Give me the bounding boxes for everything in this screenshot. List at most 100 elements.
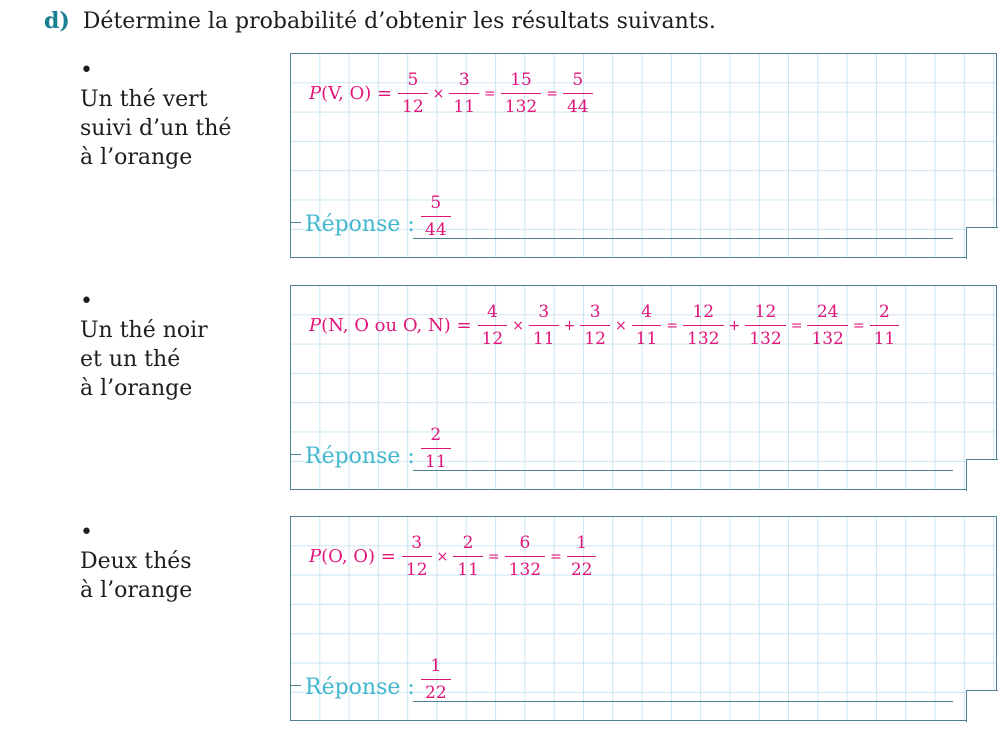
fraction-bar xyxy=(580,325,610,326)
bullet-icon: • xyxy=(80,520,93,545)
answer-tick xyxy=(291,222,301,223)
answer-fraction: 2 11 xyxy=(421,425,451,472)
denominator: 12 xyxy=(584,329,606,349)
answer-tick xyxy=(291,685,301,686)
operator: × xyxy=(614,317,627,334)
numerator: 2 xyxy=(462,533,474,553)
answer-label: Réponse : xyxy=(305,212,415,237)
probability-formula: P(V, O) = 5 12 × 3 11 = 15 132 = 5 44 xyxy=(309,70,593,117)
denominator: 11 xyxy=(457,560,479,580)
formula-p: P xyxy=(309,83,322,104)
box-corner-notch xyxy=(966,227,998,259)
fraction: 3 11 xyxy=(528,302,559,349)
item-label-line: à l’orange xyxy=(80,376,193,401)
fraction-bar xyxy=(562,93,593,94)
fraction-bar xyxy=(745,325,786,326)
operator: = xyxy=(550,548,562,565)
fraction: 3 11 xyxy=(449,70,480,117)
answer-denominator: 22 xyxy=(425,683,447,703)
numerator: 5 xyxy=(572,70,584,90)
denominator: 132 xyxy=(504,97,538,117)
fraction-bar xyxy=(504,556,546,557)
fraction: 2 11 xyxy=(453,533,483,580)
fraction: 15 132 xyxy=(500,70,542,117)
fraction: 12 132 xyxy=(683,302,724,349)
item-label-line: Deux thés xyxy=(80,549,192,574)
formula-p: P xyxy=(309,546,322,567)
item-label-line: suivi d’un thé xyxy=(80,116,232,141)
numerator: 24 xyxy=(816,302,839,322)
answer-label: Réponse : xyxy=(305,675,415,700)
fraction: 3 12 xyxy=(580,302,610,349)
formula-prefix: P(N, O ou O, N) = xyxy=(309,315,472,336)
operator: = xyxy=(666,317,679,334)
fraction-bar xyxy=(807,325,848,326)
formula-event: (N, O ou O, N) = xyxy=(321,315,472,336)
operator: + xyxy=(563,317,576,334)
denominator: 12 xyxy=(402,97,424,117)
operator: = xyxy=(484,85,496,102)
fraction-bar xyxy=(449,93,480,94)
fraction: 3 12 xyxy=(401,533,432,580)
denominator: 132 xyxy=(508,560,542,580)
question-heading: d) Détermine la probabilité d’obtenir le… xyxy=(44,8,716,34)
item-label-lines: Un thé vert suivi d’un thé à l’orange xyxy=(80,85,231,172)
answer-row: Réponse : xyxy=(291,675,415,712)
item-label-line: Un thé noir xyxy=(80,318,208,343)
fraction-bar xyxy=(500,93,542,94)
denominator: 44 xyxy=(566,97,589,117)
numerator: 15 xyxy=(510,70,532,90)
answer-fraction-bar xyxy=(421,679,451,680)
fraction-bar xyxy=(869,325,900,326)
operator: = xyxy=(790,317,803,334)
operator: × xyxy=(436,548,449,565)
denominator: 11 xyxy=(635,329,658,349)
item-label: • Un thé vert suivi d’un thé à l’orange xyxy=(80,56,231,172)
item-label-line: Un thé vert xyxy=(80,87,208,112)
answer-write-line[interactable] xyxy=(413,238,953,239)
probability-formula: P(O, O) = 3 12 × 2 11 = 6 132 = 1 22 xyxy=(309,533,597,580)
fraction: 12 132 xyxy=(745,302,786,349)
denominator: 22 xyxy=(570,560,593,580)
fraction: 5 44 xyxy=(562,70,593,117)
fraction: 4 12 xyxy=(477,302,508,349)
answer-fraction: 1 22 xyxy=(421,656,451,703)
answer-row: Réponse : xyxy=(291,212,415,249)
formula-event: (O, O) = xyxy=(321,546,396,567)
denominator: 11 xyxy=(532,329,555,349)
item-label-line: à l’orange xyxy=(80,145,193,170)
denominator: 132 xyxy=(811,329,844,349)
answer-write-line[interactable] xyxy=(413,470,953,471)
numerator: 12 xyxy=(692,302,715,322)
bullet-icon: • xyxy=(80,289,93,314)
answer-numerator: 5 xyxy=(430,193,442,213)
answer-write-line[interactable] xyxy=(413,701,953,702)
denominator: 132 xyxy=(749,329,782,349)
item-label-line: à l’orange xyxy=(80,578,193,603)
operator: + xyxy=(728,317,741,334)
answer-numerator: 1 xyxy=(430,656,442,676)
item-label-lines: Deux thés à l’orange xyxy=(80,547,192,605)
denominator: 12 xyxy=(481,329,504,349)
item-label-lines: Un thé noir et un thé à l’orange xyxy=(80,316,208,403)
numerator: 4 xyxy=(486,302,498,322)
answer-fraction-bar xyxy=(421,216,451,217)
fraction-bar xyxy=(683,325,724,326)
numerator: 1 xyxy=(576,533,588,553)
numerator: 5 xyxy=(407,70,419,90)
numerator: 3 xyxy=(589,302,601,322)
fraction-bar xyxy=(401,556,432,557)
probability-formula: P(N, O ou O, N) = 4 12 × 3 11 +3 12 × 4 11 = 12 132 +1… xyxy=(309,302,900,349)
answer-label: Réponse : xyxy=(305,444,415,469)
formula-p: P xyxy=(309,315,322,336)
denominator: 11 xyxy=(453,97,476,117)
answer-fraction: 5 44 xyxy=(421,193,451,240)
denominator: 132 xyxy=(687,329,720,349)
operator: = xyxy=(487,548,500,565)
box-corner-notch xyxy=(966,690,998,722)
fraction: 2 11 xyxy=(869,302,900,349)
numerator: 4 xyxy=(641,302,652,322)
bullet-icon: • xyxy=(80,58,93,83)
numerator: 3 xyxy=(538,302,550,322)
fraction: 24 132 xyxy=(807,302,848,349)
